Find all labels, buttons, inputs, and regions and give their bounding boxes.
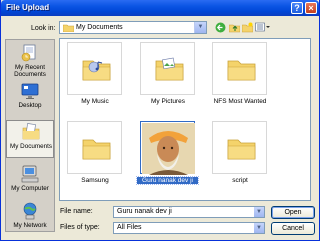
folder-icon <box>227 139 256 160</box>
window-title: File Upload <box>6 3 50 12</box>
file-upload-dialog: File Upload ? × Look in: My Documents ▼ … <box>0 0 320 241</box>
place-label: Desktop <box>18 102 42 109</box>
look-in-label: Look in: <box>31 25 56 32</box>
close-icon: × <box>308 3 314 13</box>
my-network-icon <box>23 202 37 220</box>
place-label: My Network <box>13 222 47 229</box>
title-bar[interactable]: File Upload ? × <box>1 0 319 16</box>
recent-documents-icon <box>21 44 36 62</box>
file-item[interactable] <box>140 121 195 175</box>
file-name-input[interactable]: Guru nanak dev ji ▼ <box>113 206 265 218</box>
close-button[interactable]: × <box>305 2 317 14</box>
file-name-value: Guru nanak dev ji <box>117 208 172 215</box>
file-item-label: Guru nanak dev ji <box>142 177 193 184</box>
look-in-dropdown[interactable]: My Documents ▼ <box>59 21 207 34</box>
look-in-value: My Documents <box>76 24 123 31</box>
file-item-label: Samsung <box>81 177 109 184</box>
new-folder-icon[interactable] <box>242 22 253 33</box>
selected-file-label[interactable]: Guru nanak dev ji <box>136 176 199 185</box>
help-button[interactable]: ? <box>291 2 303 14</box>
place-desktop[interactable]: Desktop <box>6 80 54 118</box>
file-item[interactable] <box>67 121 122 174</box>
place-label: My Computer <box>11 185 49 192</box>
file-name-label: File name: <box>60 208 93 215</box>
cancel-button[interactable]: Cancel <box>271 222 315 235</box>
file-item-label: NFS Most Wanted <box>213 98 267 105</box>
file-type-select[interactable]: All Files ▼ <box>113 222 265 234</box>
folder-icon <box>82 139 111 160</box>
chevron-down-icon[interactable]: ▼ <box>194 22 206 33</box>
place-my-recent-documents[interactable]: My Recent Documents <box>6 42 54 80</box>
place-label: My Documents <box>10 143 52 150</box>
file-label: script <box>205 177 275 184</box>
place-my-network[interactable]: My Network <box>6 200 54 238</box>
up-folder-icon[interactable] <box>229 22 240 33</box>
file-list[interactable]: My Music My Pictures NFS Most Wanted Samsun… <box>59 38 311 201</box>
file-label: NFS Most Wanted <box>205 98 275 105</box>
place-my-documents[interactable]: My Documents <box>6 120 54 158</box>
my-documents-icon <box>22 123 40 140</box>
chevron-down-icon[interactable]: ▼ <box>254 223 264 233</box>
file-item[interactable] <box>212 121 267 174</box>
places-bar: My Recent Documents Desktop My Documents My… <box>5 39 55 232</box>
file-item-label: My Music <box>81 98 109 105</box>
chevron-down-icon[interactable]: ▼ <box>254 207 264 217</box>
place-my-computer[interactable]: My Computer <box>6 163 54 201</box>
file-label: Samsung <box>60 177 130 184</box>
back-icon[interactable] <box>215 22 226 33</box>
file-item[interactable] <box>67 42 122 95</box>
file-item[interactable] <box>140 42 195 95</box>
file-item[interactable] <box>212 42 267 95</box>
image-thumbnail <box>142 123 195 175</box>
file-item-label: script <box>232 177 248 184</box>
file-type-value: All Files <box>117 224 142 231</box>
music-folder-icon <box>82 60 111 81</box>
place-label: My Recent Documents <box>14 64 46 78</box>
my-documents-small-icon <box>63 24 74 32</box>
folder-icon <box>227 60 256 81</box>
open-button[interactable]: Open <box>271 206 315 219</box>
file-item-label: My Pictures <box>151 98 185 105</box>
pictures-folder-icon <box>155 57 184 81</box>
help-icon: ? <box>294 3 300 13</box>
view-menu-icon[interactable] <box>255 22 270 33</box>
file-type-label: Files of type: <box>60 224 100 231</box>
file-label: My Pictures <box>133 98 203 105</box>
file-label: My Music <box>60 98 130 105</box>
desktop-icon <box>21 83 39 99</box>
my-computer-icon <box>21 165 39 183</box>
